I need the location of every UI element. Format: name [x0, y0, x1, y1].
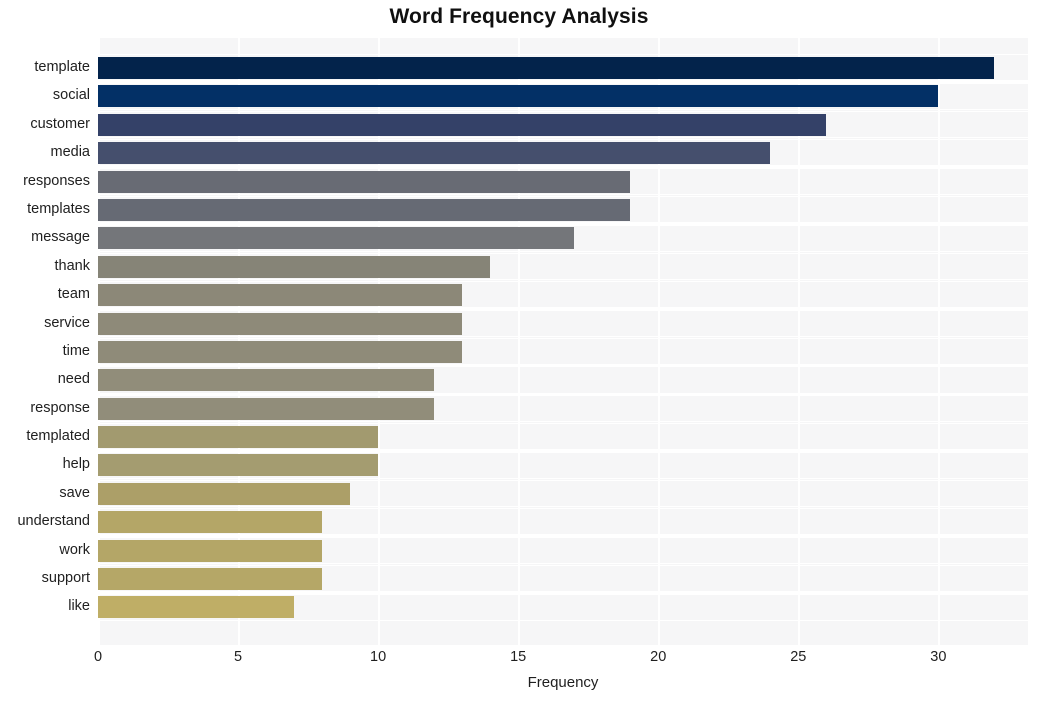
y-tick-label-help: help	[62, 456, 90, 473]
y-tick-label-templated: templated	[26, 428, 90, 445]
y-tick-label-understand: understand	[17, 513, 90, 530]
y-tick-label-service: service	[44, 314, 90, 331]
vertical-gridline	[938, 38, 940, 645]
bar-service	[98, 312, 463, 335]
bar-responses	[98, 170, 631, 193]
bar-save	[98, 482, 351, 505]
x-tick-label: 20	[650, 649, 667, 665]
x-tick-label: 5	[234, 649, 243, 665]
y-tick-label-response: response	[30, 399, 90, 416]
bar-message	[98, 227, 575, 250]
y-tick-label-save: save	[59, 484, 90, 501]
x-axis-label: Frequency	[527, 674, 599, 691]
x-tick-label: 25	[790, 649, 807, 665]
bar-template	[98, 57, 995, 79]
y-tick-label-social: social	[52, 87, 90, 104]
y-tick-label-media: media	[50, 144, 91, 161]
bar-need	[98, 369, 435, 392]
bar-like	[98, 596, 295, 619]
y-tick-label-like: like	[68, 598, 90, 615]
bar-social	[98, 85, 939, 108]
y-tick-label-template: template	[34, 59, 90, 75]
x-tick-label: 30	[930, 649, 947, 665]
bar-team	[98, 284, 463, 307]
x-tick-label: 0	[93, 649, 103, 665]
bar-templated	[98, 426, 379, 449]
bar-work	[98, 539, 323, 562]
chart-figure: Word Frequency Analysis template social cu…	[0, 0, 1038, 701]
y-tick-label-responses: responses	[23, 172, 90, 189]
bar-thank	[98, 255, 491, 278]
bar-response	[98, 397, 435, 420]
bar-templates	[98, 198, 631, 221]
y-tick-label-thank: thank	[54, 257, 90, 274]
bar-support	[98, 568, 323, 591]
bar-time	[98, 340, 463, 363]
bar-understand	[98, 511, 323, 534]
plot-area	[98, 38, 1028, 645]
y-tick-label-team: team	[57, 286, 90, 303]
page-title: Word Frequency Analysis	[389, 5, 649, 28]
y-tick-label-customer: customer	[30, 115, 90, 132]
y-tick-label-time: time	[62, 342, 90, 359]
x-tick-label: 15	[510, 649, 527, 665]
x-tick-label: 10	[370, 649, 387, 665]
y-tick-label-support: support	[41, 570, 90, 587]
y-tick-label-templates: templates	[27, 200, 90, 217]
y-tick-label-message: message	[31, 229, 90, 246]
bar-customer	[98, 113, 827, 136]
bar-media	[98, 142, 771, 165]
bar-help	[98, 454, 379, 477]
y-tick-label-need: need	[57, 371, 90, 388]
y-tick-label-work: work	[59, 541, 90, 558]
